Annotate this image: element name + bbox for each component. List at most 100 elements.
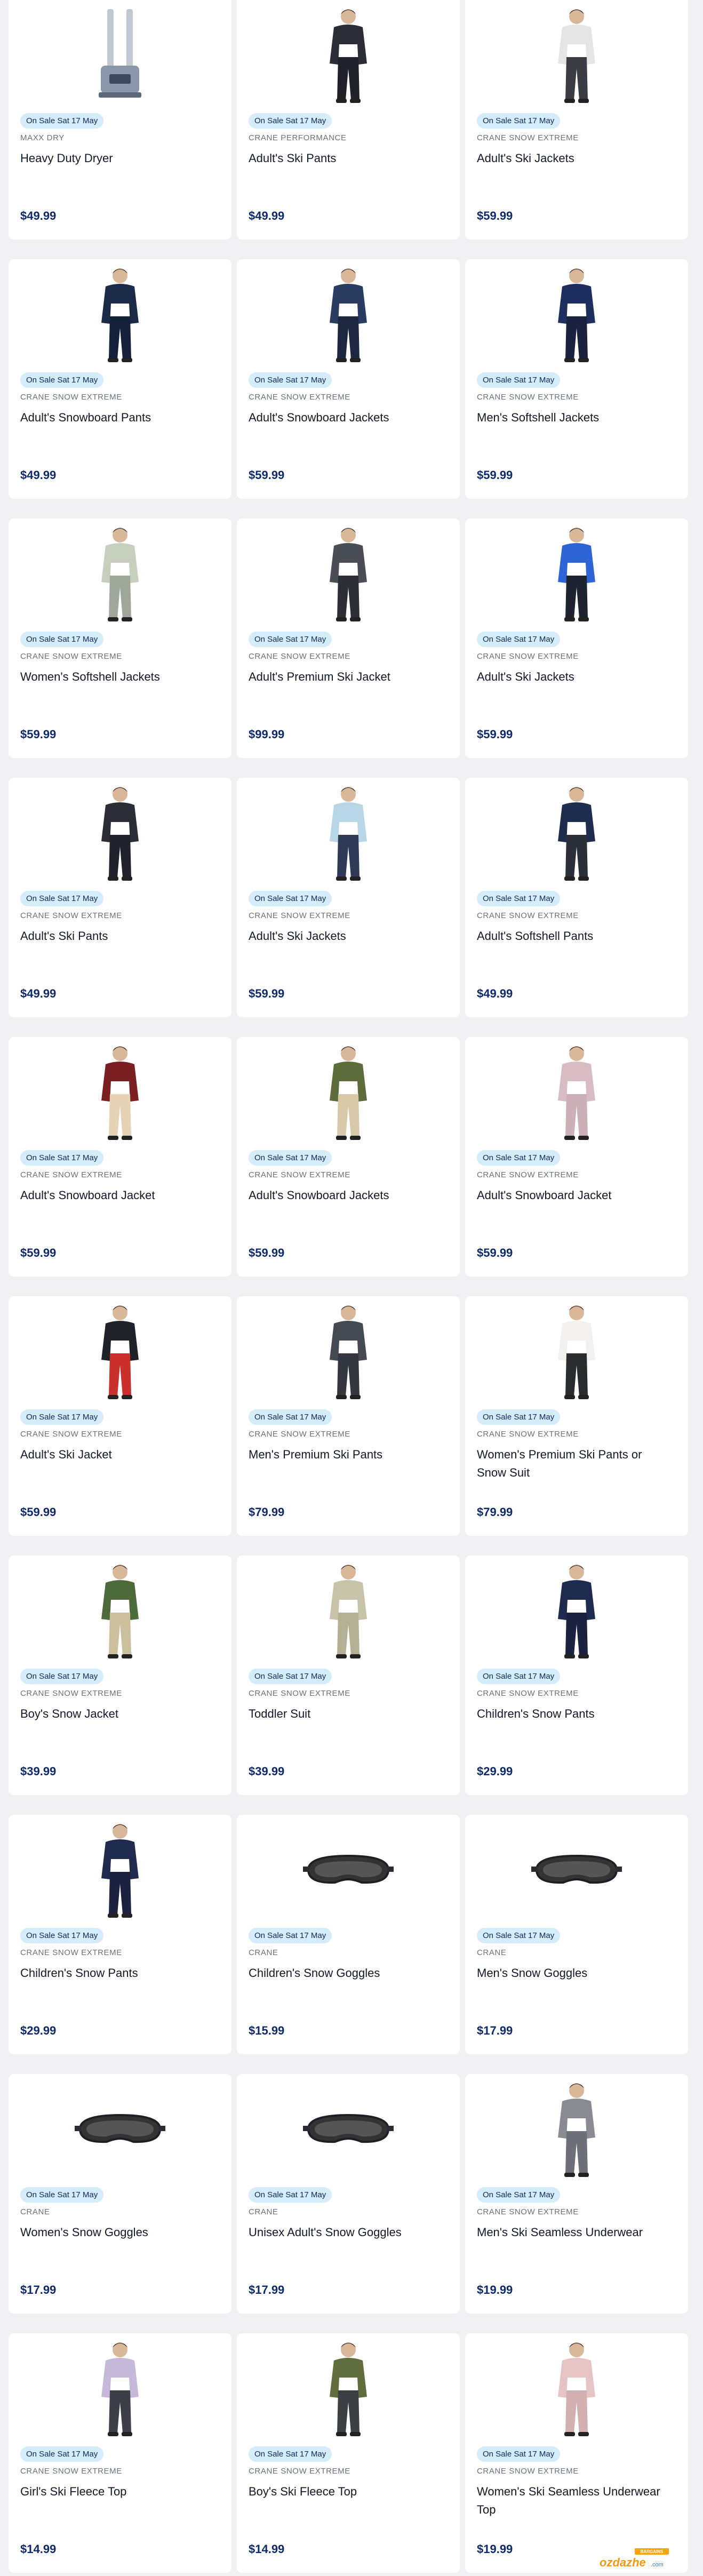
product-image[interactable] [69, 4, 171, 106]
product-image[interactable] [526, 1560, 627, 1661]
product-title[interactable]: Boy's Snow Jacket [20, 1705, 218, 1723]
product-card[interactable]: On Sale Sat 17 May CRANE SNOW EXTREME Adul… [9, 259, 231, 499]
product-title[interactable]: Men's Premium Ski Pants [249, 1446, 446, 1464]
product-title[interactable]: Unisex Adult's Snow Goggles [249, 2223, 446, 2242]
product-title[interactable]: Adult's Softshell Pants [477, 927, 674, 945]
product-title[interactable]: Adult's Snowboard Jackets [249, 1186, 446, 1205]
product-card[interactable]: On Sale Sat 17 May CRANE SNOW EXTREME Adul… [237, 1037, 460, 1277]
product-card[interactable]: On Sale Sat 17 May CRANE Men's Snow Goggle… [465, 1815, 688, 2054]
product-card[interactable]: On Sale Sat 17 May CRANE SNOW EXTREME Wome… [465, 1296, 688, 1536]
product-title[interactable]: Men's Ski Seamless Underwear [477, 2223, 674, 2242]
product-title[interactable]: Adult's Ski Jackets [477, 149, 674, 168]
product-title[interactable]: Adult's Ski Jacket [20, 1446, 218, 1464]
product-title[interactable]: Toddler Suit [249, 1705, 446, 1723]
product-title[interactable]: Adult's Ski Jackets [477, 668, 674, 686]
product-card[interactable]: On Sale Sat 17 May CRANE SNOW EXTREME Wome… [465, 2333, 688, 2573]
product-card[interactable]: On Sale Sat 17 May CRANE SNOW EXTREME Adul… [9, 1037, 231, 1277]
product-title[interactable]: Adult's Ski Pants [249, 149, 446, 168]
sale-date-badge: On Sale Sat 17 May [477, 1669, 561, 1684]
product-title[interactable]: Children's Snow Pants [477, 1705, 674, 1723]
product-title[interactable]: Women's Softshell Jackets [20, 668, 218, 686]
product-card[interactable]: On Sale Sat 17 May CRANE SNOW EXTREME Girl… [9, 2333, 231, 2573]
product-image[interactable] [298, 782, 399, 883]
product-card[interactable]: On Sale Sat 17 May CRANE SNOW EXTREME Men'… [237, 1296, 460, 1536]
product-image[interactable] [69, 782, 171, 883]
product-image[interactable] [69, 1301, 171, 1402]
product-card[interactable]: On Sale Sat 17 May CRANE SNOW EXTREME Adul… [9, 778, 231, 1017]
sale-date-badge: On Sale Sat 17 May [477, 632, 561, 647]
product-title[interactable]: Adult's Snowboard Jackets [249, 409, 446, 427]
product-image[interactable] [298, 1041, 399, 1143]
product-title[interactable]: Boy's Ski Fleece Top [249, 2483, 446, 2501]
product-card[interactable]: On Sale Sat 17 May CRANE SNOW EXTREME Adul… [465, 1037, 688, 1277]
product-card[interactable]: On Sale Sat 17 May CRANE SNOW EXTREME Boy'… [9, 1556, 231, 1795]
product-card[interactable]: On Sale Sat 17 May CRANE PERFORMANCE Adult… [237, 0, 460, 240]
product-image[interactable] [69, 1560, 171, 1661]
kids-fleece-model-icon [91, 2339, 149, 2438]
product-image[interactable] [526, 264, 627, 365]
product-card[interactable]: On Sale Sat 17 May CRANE SNOW EXTREME Todd… [237, 1556, 460, 1795]
product-image[interactable] [298, 523, 399, 624]
product-card[interactable]: On Sale Sat 17 May CRANE Unisex Adult's Sn… [237, 2074, 460, 2314]
product-title[interactable]: Girl's Ski Fleece Top [20, 2483, 218, 2501]
product-card[interactable]: On Sale Sat 17 May CRANE SNOW EXTREME Adul… [465, 519, 688, 758]
product-card[interactable]: On Sale Sat 17 May CRANE SNOW EXTREME Wome… [9, 519, 231, 758]
product-title[interactable]: Women's Ski Seamless Underwear Top [477, 2483, 674, 2519]
product-price: $19.99 [477, 2542, 513, 2556]
product-image[interactable] [526, 1041, 627, 1143]
product-card[interactable]: On Sale Sat 17 May CRANE Children's Snow G… [237, 1815, 460, 2054]
ski-jacket-model-icon [91, 1302, 149, 1401]
product-card[interactable]: On Sale Sat 17 May CRANE SNOW EXTREME Chil… [465, 1556, 688, 1795]
product-image[interactable] [69, 1041, 171, 1143]
product-title[interactable]: Adult's Snowboard Jacket [20, 1186, 218, 1205]
product-title[interactable]: Children's Snow Goggles [249, 1964, 446, 1982]
sale-date-badge: On Sale Sat 17 May [477, 891, 561, 906]
product-title[interactable]: Children's Snow Pants [20, 1964, 218, 1982]
product-title[interactable]: Adult's Premium Ski Jacket [249, 668, 446, 686]
product-image[interactable] [526, 2338, 627, 2439]
product-card[interactable]: On Sale Sat 17 May MAXX DRY Heavy Duty Dry… [9, 0, 231, 240]
product-card[interactable]: On Sale Sat 17 May CRANE SNOW EXTREME Adul… [237, 259, 460, 499]
product-title[interactable]: Women's Premium Ski Pants or Snow Suit [477, 1446, 674, 1482]
product-card[interactable]: On Sale Sat 17 May CRANE SNOW EXTREME Adul… [237, 519, 460, 758]
product-image[interactable] [526, 1301, 627, 1402]
product-card[interactable]: On Sale Sat 17 May CRANE SNOW EXTREME Men'… [465, 259, 688, 499]
product-title[interactable]: Adult's Snowboard Jacket [477, 1186, 674, 1205]
svg-text:.com: .com [651, 2562, 664, 2568]
product-image[interactable] [298, 264, 399, 365]
product-card[interactable]: On Sale Sat 17 May CRANE SNOW EXTREME Adul… [465, 0, 688, 240]
product-image[interactable] [69, 2338, 171, 2439]
product-image[interactable] [298, 4, 399, 106]
product-image[interactable] [69, 2078, 171, 2180]
product-card[interactable]: On Sale Sat 17 May CRANE SNOW EXTREME Adul… [237, 778, 460, 1017]
product-image[interactable] [298, 1301, 399, 1402]
product-image[interactable] [298, 2078, 399, 2180]
product-image[interactable] [526, 1819, 627, 1920]
product-card[interactable]: On Sale Sat 17 May CRANE SNOW EXTREME Adul… [465, 778, 688, 1017]
product-price: $17.99 [249, 2283, 285, 2296]
product-image[interactable] [298, 1819, 399, 1920]
product-card[interactable]: On Sale Sat 17 May CRANE SNOW EXTREME Men'… [465, 2074, 688, 2314]
product-image[interactable] [526, 782, 627, 883]
product-price: $59.99 [20, 728, 57, 741]
product-title[interactable]: Heavy Duty Dryer [20, 149, 218, 168]
product-card[interactable]: On Sale Sat 17 May CRANE SNOW EXTREME Chil… [9, 1815, 231, 2054]
product-image[interactable] [69, 1819, 171, 1920]
product-title[interactable]: Adult's Snowboard Pants [20, 409, 218, 427]
product-image[interactable] [298, 2338, 399, 2439]
product-image[interactable] [69, 523, 171, 624]
product-image[interactable] [526, 4, 627, 106]
product-image[interactable] [69, 264, 171, 365]
product-card[interactable]: On Sale Sat 17 May CRANE SNOW EXTREME Boy'… [237, 2333, 460, 2573]
product-image[interactable] [526, 2078, 627, 2180]
product-card[interactable]: On Sale Sat 17 May CRANE Women's Snow Gogg… [9, 2074, 231, 2314]
product-image[interactable] [526, 523, 627, 624]
product-card[interactable]: On Sale Sat 17 May CRANE SNOW EXTREME Adul… [9, 1296, 231, 1536]
product-image[interactable] [298, 1560, 399, 1661]
product-title[interactable]: Women's Snow Goggles [20, 2223, 218, 2242]
product-grid: On Sale Sat 17 May MAXX DRY Heavy Duty Dry… [9, 0, 688, 2573]
product-title[interactable]: Men's Softshell Jackets [477, 409, 674, 427]
product-title[interactable]: Adult's Ski Jackets [249, 927, 446, 945]
product-title[interactable]: Adult's Ski Pants [20, 927, 218, 945]
product-title[interactable]: Men's Snow Goggles [477, 1964, 674, 1982]
